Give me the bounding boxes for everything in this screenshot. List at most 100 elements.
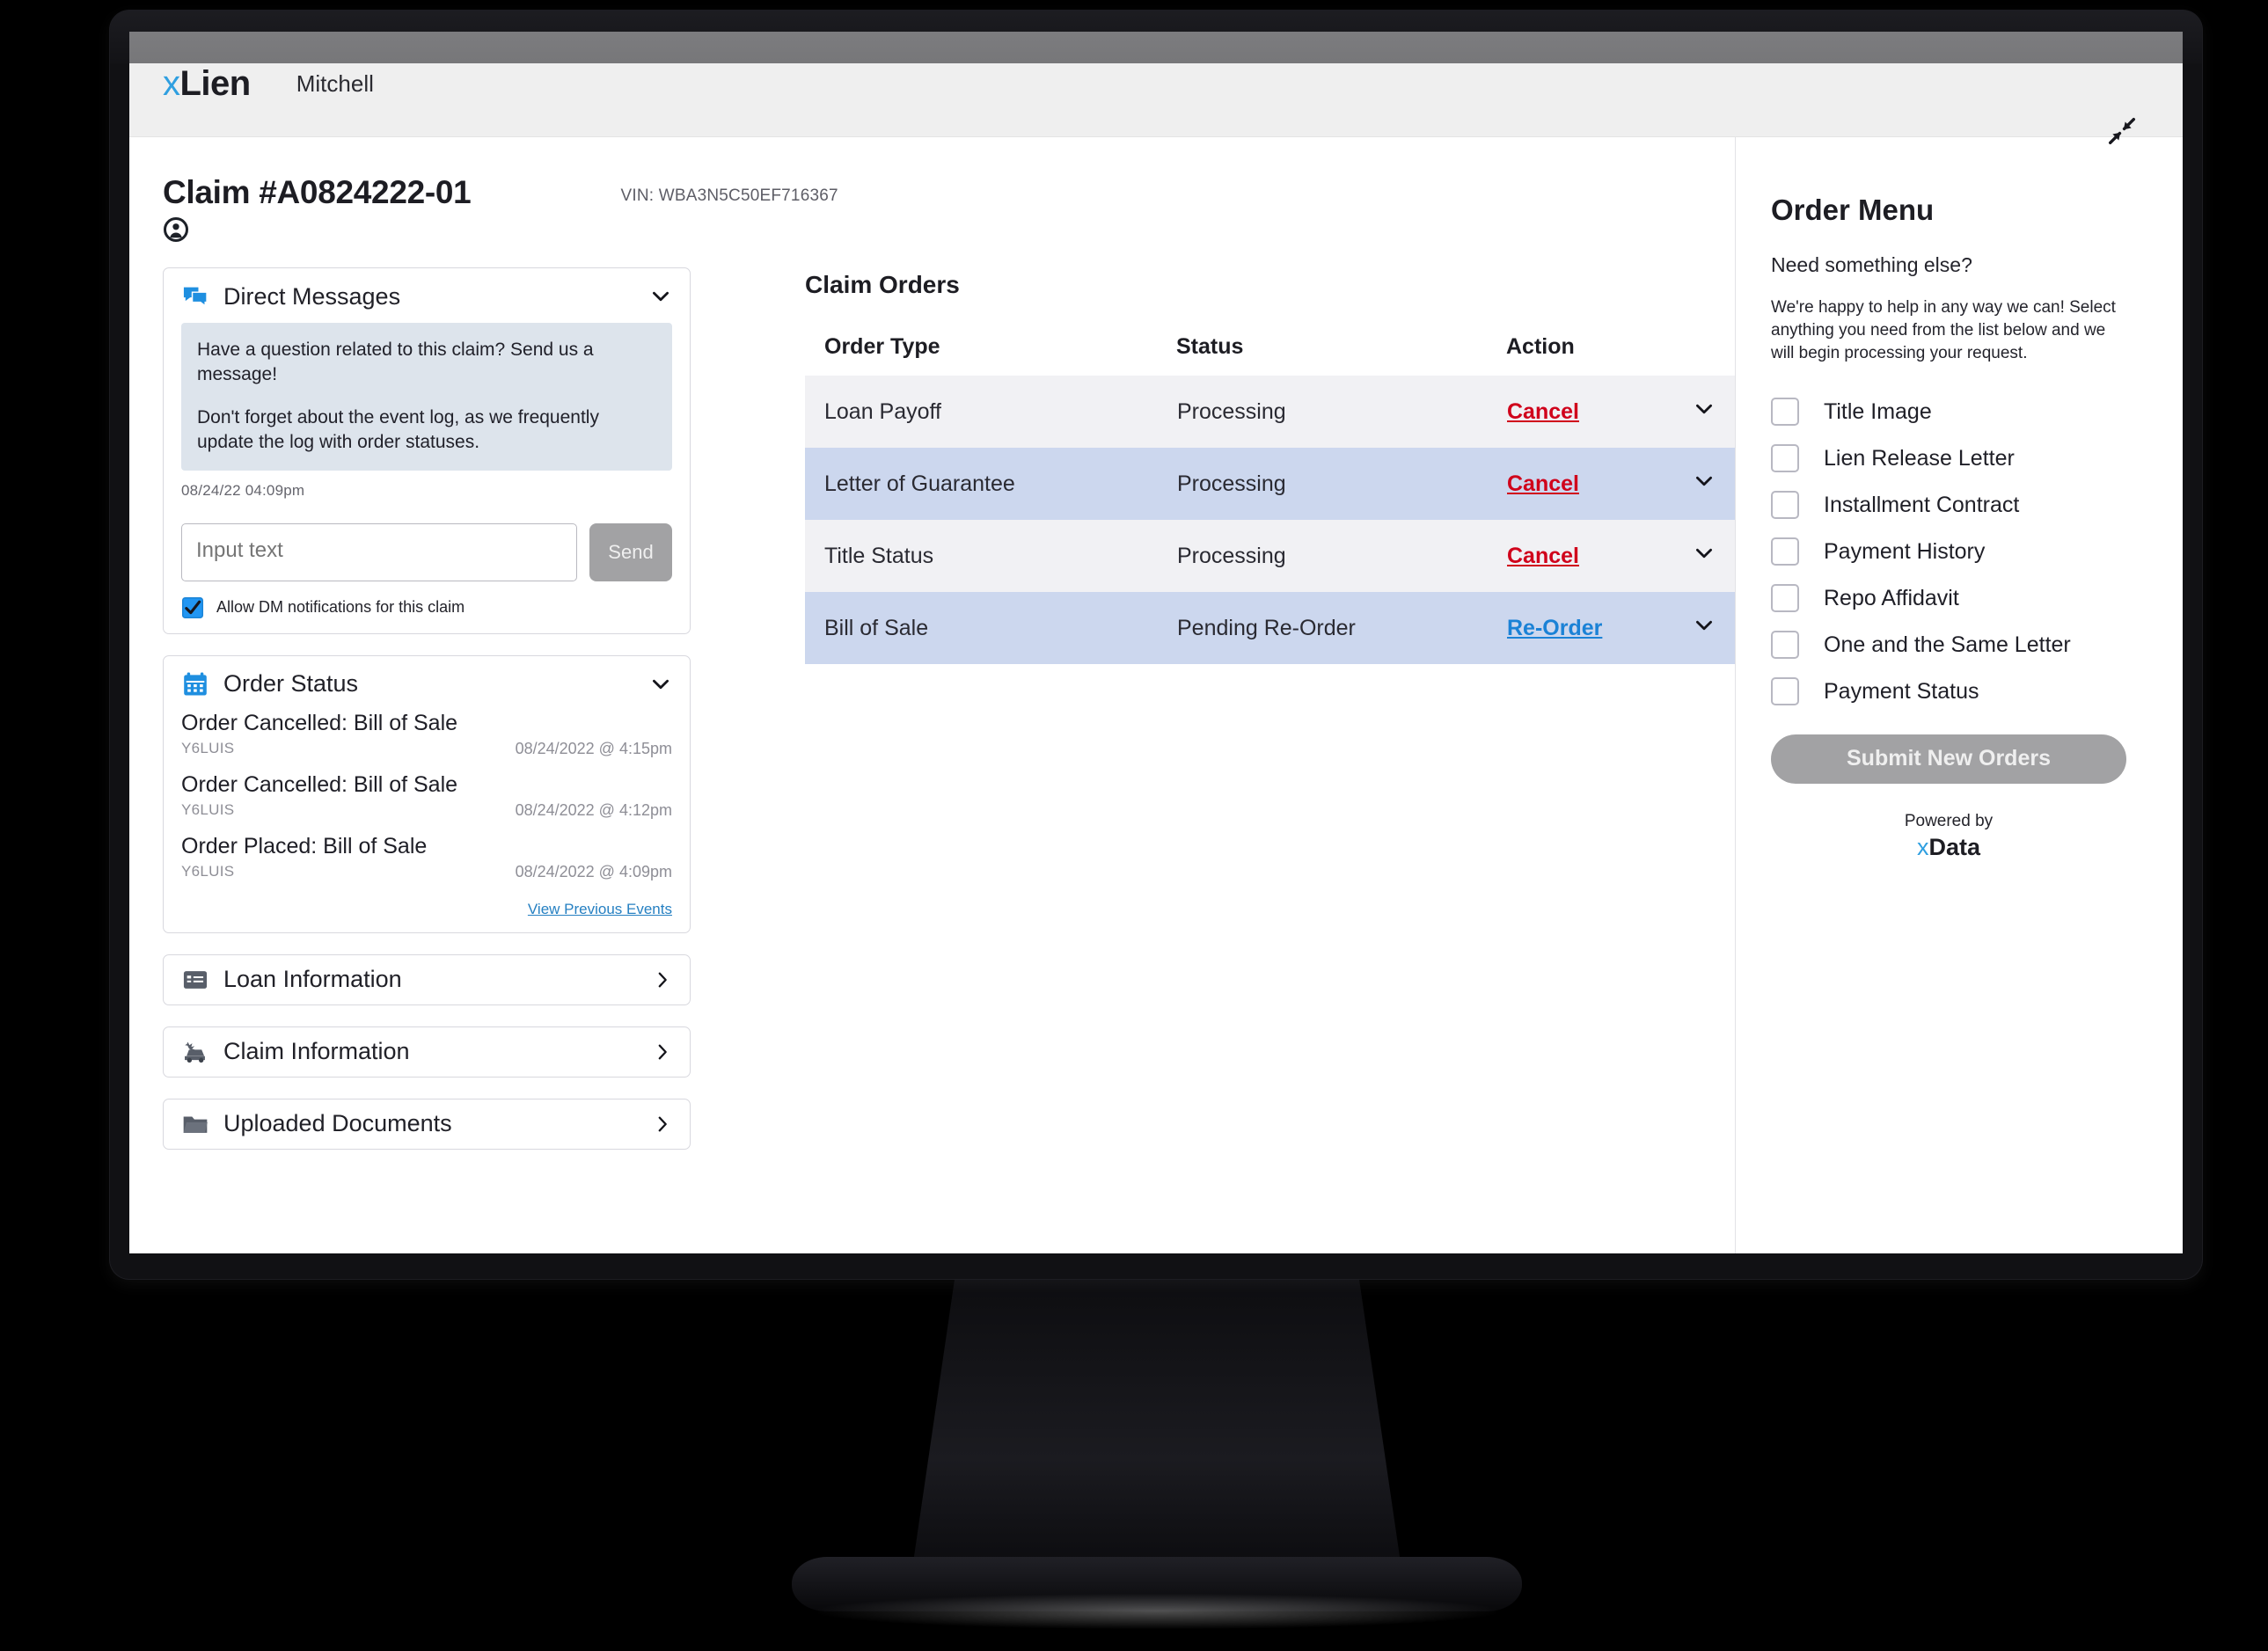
- claim-orders-table: Order Type Status Action Loan Payoff Pro…: [805, 334, 1735, 664]
- order-status-header[interactable]: Order Status: [164, 656, 690, 711]
- direct-messages-header[interactable]: Direct Messages: [164, 268, 690, 323]
- chevron-right-icon[interactable]: [653, 970, 672, 990]
- reorder-link[interactable]: Re-Order: [1507, 616, 1602, 640]
- chevron-right-icon[interactable]: [653, 1114, 672, 1134]
- xdata-text: Data: [1928, 833, 1981, 860]
- list-item: Order Placed: Bill of Sale Y6LUIS 08/24/…: [181, 834, 672, 895]
- cell-status: Processing: [1176, 448, 1506, 520]
- table-row[interactable]: Loan Payoff Processing Cancel: [805, 376, 1735, 448]
- checkbox-unchecked-icon[interactable]: [1771, 631, 1799, 660]
- order-option-payment-history[interactable]: Payment History: [1771, 529, 2126, 575]
- main-content: Claim #A0824222-01 VIN: WBA3N5C50EF71636…: [129, 137, 1735, 1253]
- chevron-down-icon[interactable]: [649, 285, 672, 308]
- order-menu-options: Title Image Lien Release Letter Installm…: [1771, 389, 2126, 715]
- checkbox-unchecked-icon[interactable]: [1771, 537, 1799, 566]
- collapse-icon[interactable]: [2107, 116, 2137, 146]
- chevron-down-icon[interactable]: [1693, 614, 1716, 637]
- powered-by-label: Powered by: [1904, 811, 1994, 830]
- claim-owner-avatar[interactable]: [163, 216, 471, 243]
- cell-order-type: Loan Payoff: [805, 376, 1176, 448]
- checkbox-checked-icon[interactable]: [181, 596, 204, 619]
- app-logo[interactable]: xLien: [163, 64, 251, 104]
- submit-new-orders-button[interactable]: Submit New Orders: [1771, 734, 2126, 784]
- checkbox-unchecked-icon[interactable]: [1771, 398, 1799, 427]
- monitor-screen: xLien Mitchell Claim #A0824222-01 VIN: W…: [129, 32, 2183, 1253]
- view-previous-events-row: View Previous Events: [164, 895, 690, 932]
- cell-order-type: Letter of Guarantee: [805, 448, 1176, 520]
- cell-action: Cancel: [1506, 376, 1673, 448]
- chevron-right-icon[interactable]: [653, 1042, 672, 1062]
- checkbox-unchecked-icon[interactable]: [1771, 444, 1799, 473]
- order-option-label: Payment History: [1824, 538, 1986, 564]
- checkbox-unchecked-icon[interactable]: [1771, 677, 1799, 706]
- accordion-label: Loan Information: [223, 966, 402, 993]
- cancel-link[interactable]: Cancel: [1507, 471, 1579, 496]
- event-title: Order Cancelled: Bill of Sale: [181, 710, 458, 735]
- order-option-lien-release-letter[interactable]: Lien Release Letter: [1771, 435, 2126, 482]
- event-user: Y6LUIS: [181, 739, 235, 756]
- order-option-label: Payment Status: [1824, 678, 1979, 704]
- xdata-x-mark: x: [1916, 833, 1929, 860]
- cell-action: Re-Order: [1506, 592, 1673, 664]
- view-previous-events-link[interactable]: View Previous Events: [528, 901, 672, 917]
- monitor-stand-neck: [911, 1277, 1403, 1581]
- accordion-label: Claim Information: [223, 1038, 410, 1065]
- order-status-event-list: Order Cancelled: Bill of Sale Y6LUIS 08/…: [164, 711, 690, 895]
- accordion-label: Uploaded Documents: [223, 1110, 452, 1137]
- direct-messages-body: Have a question related to this claim? S…: [164, 323, 690, 633]
- cell-expand[interactable]: [1673, 448, 1735, 520]
- accordion-loan-information[interactable]: Loan Information: [163, 953, 691, 1005]
- order-option-installment-contract[interactable]: Installment Contract: [1771, 482, 2126, 529]
- accordion-uploaded-documents[interactable]: Uploaded Documents: [163, 1098, 691, 1150]
- cell-action: Cancel: [1506, 448, 1673, 520]
- chat-bubbles-icon: [183, 287, 208, 308]
- chevron-down-icon[interactable]: [1693, 470, 1716, 493]
- accordion-claim-information[interactable]: Claim Information: [163, 1026, 691, 1078]
- table-row[interactable]: Title Status Processing Cancel: [805, 520, 1735, 592]
- order-menu-question: Need something else?: [1771, 253, 1972, 276]
- app-header: xLien Mitchell: [129, 32, 2183, 137]
- chevron-down-icon[interactable]: [1693, 542, 1716, 565]
- folder-icon: [183, 1116, 208, 1133]
- cell-order-type: Bill of Sale: [805, 592, 1176, 664]
- message-compose-row: Send: [181, 522, 672, 581]
- order-option-title-image[interactable]: Title Image: [1771, 389, 2126, 435]
- table-row[interactable]: Bill of Sale Pending Re-Order Re-Order: [805, 592, 1735, 664]
- cell-expand[interactable]: [1673, 520, 1735, 592]
- dm-notifications-label: Allow DM notifications for this claim: [216, 598, 465, 617]
- credit-card-icon: [183, 971, 208, 989]
- order-option-label: Repo Affidavit: [1824, 585, 1959, 610]
- message-line-1: Have a question related to this claim? S…: [197, 340, 594, 384]
- cancel-link[interactable]: Cancel: [1507, 399, 1579, 424]
- claim-orders-title: Claim Orders: [805, 271, 960, 298]
- event-time: 08/24/2022 @ 4:09pm: [515, 862, 672, 880]
- chevron-down-icon[interactable]: [649, 673, 672, 696]
- claim-orders-section: Claim Orders Order Type Status Action Lo…: [805, 267, 1735, 1171]
- list-item: Order Cancelled: Bill of Sale Y6LUIS 08/…: [181, 772, 672, 834]
- order-option-repo-affidavit[interactable]: Repo Affidavit: [1771, 575, 2126, 622]
- send-button[interactable]: Send: [589, 522, 672, 581]
- cell-expand[interactable]: [1673, 376, 1735, 448]
- cell-action: Cancel: [1506, 520, 1673, 592]
- dm-notifications-row[interactable]: Allow DM notifications for this claim: [181, 596, 672, 619]
- monitor-bezel: xLien Mitchell Claim #A0824222-01 VIN: W…: [110, 11, 2202, 1279]
- checkbox-unchecked-icon[interactable]: [1771, 491, 1799, 520]
- cell-status: Pending Re-Order: [1176, 592, 1506, 664]
- order-option-payment-status[interactable]: Payment Status: [1771, 668, 2126, 715]
- car-crash-icon: [185, 1041, 205, 1063]
- vin-label: VIN: WBA3N5C50EF716367: [620, 186, 838, 205]
- order-menu-panel: Order Menu Need something else? We're ha…: [1735, 117, 2183, 1253]
- cancel-link[interactable]: Cancel: [1507, 544, 1579, 568]
- list-item: Order Cancelled: Bill of Sale Y6LUIS 08/…: [181, 711, 672, 772]
- order-option-one-and-the-same-letter[interactable]: One and the Same Letter: [1771, 622, 2126, 668]
- message-line-2: Don't forget about the event log, as we …: [197, 407, 599, 453]
- calendar-icon: [184, 672, 207, 696]
- column-header-order-type: Order Type: [824, 334, 940, 359]
- message-input[interactable]: [181, 522, 577, 581]
- table-row[interactable]: Letter of Guarantee Processing Cancel: [805, 448, 1735, 520]
- column-header-status: Status: [1176, 334, 1244, 359]
- chevron-down-icon[interactable]: [1693, 398, 1716, 420]
- cell-expand[interactable]: [1673, 592, 1735, 664]
- checkbox-unchecked-icon[interactable]: [1771, 584, 1799, 613]
- direct-messages-title: Direct Messages: [223, 282, 401, 310]
